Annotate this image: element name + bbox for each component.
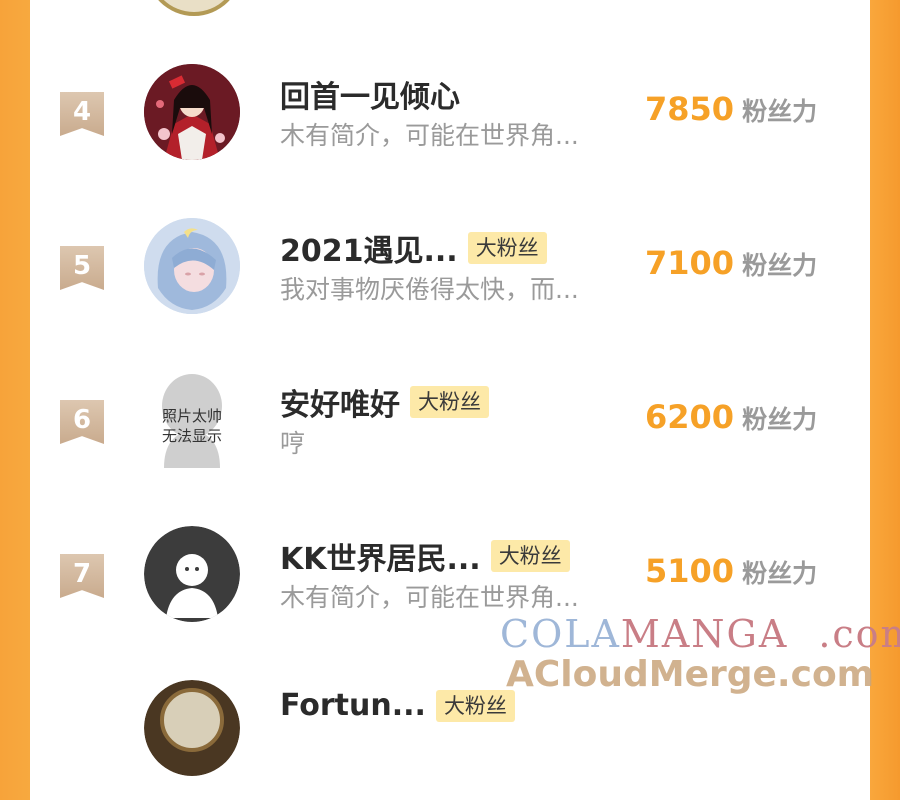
rank-badge: 5 (60, 246, 104, 290)
fan-power-value: 6200 (645, 398, 735, 436)
fan-power-unit: 粉丝力 (742, 97, 818, 126)
big-fan-badge: 大粉丝 (467, 232, 547, 264)
user-name[interactable]: 2021遇见... 大粉丝 (280, 226, 547, 270)
leaderboard-row[interactable]: 5 2021遇见... 大粉丝 我对事物厌倦得太快，而... 7100 粉丝力 (0, 218, 900, 338)
watermark-part-a: COLA (500, 612, 621, 656)
placeholder-avatar[interactable]: 照片太帅 无法显示 (144, 372, 240, 468)
user-name-text[interactable]: 2021遇见... (280, 226, 458, 270)
placeholder-avatar-text: 照片太帅 无法显示 (144, 406, 240, 446)
user-name-text[interactable]: 回首一见倾心 (280, 72, 460, 116)
user-name[interactable]: 安好唯好 大粉丝 (280, 380, 489, 424)
rank-badge: 7 (60, 554, 104, 598)
user-name[interactable]: KK世界居民... 大粉丝 (280, 534, 570, 578)
user-bio: 木有简介，可能在世界角... (280, 583, 579, 612)
watermark-part-b: MANGA (620, 612, 789, 656)
fan-power-unit: 粉丝力 (742, 559, 818, 588)
rank-badge: 4 (60, 92, 104, 136)
big-fan-badge: 大粉丝 (490, 540, 570, 572)
watermark-acloudmerge: ACloudMerge.com (506, 654, 875, 695)
user-name-text[interactable]: 安好唯好 (280, 380, 400, 424)
user-name[interactable]: 回首一见倾心 (280, 72, 460, 116)
user-name[interactable]: Fortun... 大粉丝 (280, 688, 515, 723)
leaderboard-row[interactable]: Fortun... 大粉丝 (0, 680, 900, 800)
leaderboard-row[interactable]: 6 照片太帅 无法显示 安好唯好 大粉丝 哼 6200 粉丝力 (0, 372, 900, 492)
placeholder-line-1: 照片太帅 (161, 407, 222, 425)
fan-power-value: 5100 (645, 552, 735, 590)
big-fan-badge: 大粉丝 (410, 386, 489, 418)
fan-power-value: 7100 (645, 244, 735, 282)
watermark-colamanga: COLAMANGA .com (500, 612, 900, 656)
fan-power-unit: 粉丝力 (742, 405, 818, 434)
default-ghost-avatar[interactable] (144, 526, 240, 622)
fan-power: 5100 粉丝力 (645, 552, 817, 590)
watermark-part-c: .com (818, 612, 900, 656)
user-name-text[interactable]: Fortun... (280, 688, 426, 723)
rank-badge: 6 (60, 400, 104, 444)
fan-power: 7850 粉丝力 (645, 90, 817, 128)
leaderboard-row[interactable]: 4 回首一见倾心 木有简介，可能在世界角... 7850 粉丝力 (0, 64, 900, 184)
blue-hair-avatar[interactable] (144, 218, 240, 314)
fan-power: 6200 粉丝力 (645, 398, 817, 436)
anime-girl-avatar[interactable] (144, 64, 240, 160)
clock-avatar[interactable] (144, 680, 240, 776)
user-bio: 我对事物厌倦得太快，而... (280, 275, 579, 304)
placeholder-line-2: 无法显示 (161, 427, 222, 445)
fan-power: 7100 粉丝力 (645, 244, 817, 282)
fan-power-value: 7850 (645, 90, 735, 128)
user-bio: 木有简介，可能在世界角... (280, 121, 579, 150)
user-bio: 哼 (280, 429, 306, 458)
fan-power-unit: 粉丝力 (742, 251, 818, 280)
big-fan-badge: 大粉丝 (435, 689, 515, 722)
user-name-text[interactable]: KK世界居民... (280, 534, 481, 578)
